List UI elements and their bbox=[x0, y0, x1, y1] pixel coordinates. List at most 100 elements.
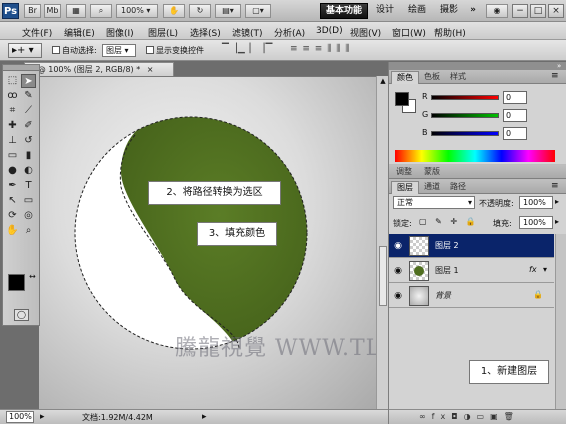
lock-buttons[interactable]: ▢ ✎ ✛ 🔒 bbox=[419, 217, 479, 226]
foreground-color-swatch[interactable] bbox=[8, 274, 25, 291]
hand-tool-icon[interactable]: ✋ bbox=[163, 4, 185, 18]
menu-analysis[interactable]: 分析(A) bbox=[274, 26, 305, 39]
menu-image[interactable]: 图像(I) bbox=[106, 26, 134, 39]
menu-edit[interactable]: 编辑(E) bbox=[64, 26, 95, 39]
menu-window[interactable]: 窗口(W) bbox=[392, 26, 426, 39]
swap-colors-icon[interactable]: ↔ bbox=[29, 272, 36, 281]
blur-tool-icon[interactable]: ● bbox=[5, 164, 20, 178]
new-layer-icon[interactable]: ▣ bbox=[490, 412, 504, 421]
new-group-icon[interactable]: ▭ bbox=[477, 412, 491, 421]
arrange-documents-button[interactable]: ▤▾ bbox=[215, 4, 241, 18]
clone-stamp-tool-icon[interactable]: ⊥ bbox=[5, 134, 20, 148]
auto-select-option[interactable]: 自动选择: bbox=[52, 45, 97, 56]
bridge-button[interactable]: Br bbox=[24, 4, 41, 18]
workspace-more-button[interactable]: » bbox=[466, 3, 480, 19]
opacity-field[interactable]: 100% bbox=[519, 196, 553, 209]
visibility-eye-icon[interactable]: ◉ bbox=[392, 290, 404, 302]
crop-tool-icon[interactable]: ⌗ bbox=[5, 104, 20, 118]
color-spectrum-bar[interactable] bbox=[395, 150, 555, 162]
workspace-design-button[interactable]: 设计 bbox=[372, 3, 398, 19]
layers-scrollbar[interactable] bbox=[555, 234, 566, 414]
status-info-arrow-icon[interactable]: ▸ bbox=[40, 412, 45, 422]
tab-color[interactable]: 颜色 bbox=[391, 71, 419, 84]
link-layers-icon[interactable]: ∞ bbox=[419, 412, 432, 421]
zoom-percent-field[interactable]: 100% bbox=[6, 411, 34, 423]
brush-tool-icon[interactable]: ✐ bbox=[21, 119, 36, 133]
type-tool-icon[interactable]: T bbox=[21, 179, 36, 193]
fill-arrow-icon[interactable]: ▸ bbox=[555, 217, 559, 226]
marquee-tool-icon[interactable]: ⬚ bbox=[5, 74, 20, 88]
channel-b-value[interactable]: 0 bbox=[503, 127, 527, 140]
layer-row-background[interactable]: ◉ 背景 🔒 bbox=[389, 284, 554, 308]
3d-rotate-tool-icon[interactable]: ⟳ bbox=[5, 209, 20, 223]
show-transform-option[interactable]: 显示变换控件 bbox=[146, 45, 204, 56]
hand-tool-panel-icon[interactable]: ✋ bbox=[5, 224, 20, 238]
tab-adjustments[interactable]: 调整 bbox=[391, 166, 417, 179]
channel-r-slider[interactable] bbox=[431, 95, 499, 100]
delete-layer-icon[interactable]: 🗑 bbox=[504, 412, 520, 421]
workspace-photography-button[interactable]: 摄影 bbox=[436, 3, 462, 19]
channel-g-slider[interactable] bbox=[431, 113, 499, 118]
close-document-icon[interactable]: × bbox=[147, 65, 154, 74]
close-window-button[interactable]: × bbox=[548, 4, 564, 18]
pen-tool-icon[interactable]: ✒ bbox=[5, 179, 20, 193]
tool-preset-picker[interactable]: ▸+ ▾ bbox=[8, 43, 42, 58]
tab-channels[interactable]: 通道 bbox=[419, 181, 445, 194]
menu-filter[interactable]: 滤镜(T) bbox=[232, 26, 263, 39]
menu-select[interactable]: 选择(S) bbox=[190, 26, 221, 39]
color-panel-foreground-swatch[interactable] bbox=[395, 92, 409, 106]
collapse-panels-icon[interactable]: » bbox=[557, 62, 561, 70]
add-mask-icon[interactable]: ◘ bbox=[451, 412, 463, 421]
menu-help[interactable]: 帮助(H) bbox=[434, 26, 466, 39]
workspace-essentials-button[interactable]: 基本功能 bbox=[320, 3, 368, 19]
workspace-painting-button[interactable]: 绘画 bbox=[404, 3, 430, 19]
minimize-button[interactable]: − bbox=[512, 4, 528, 18]
tab-styles[interactable]: 样式 bbox=[445, 71, 471, 84]
layer-effects-icon[interactable]: fx bbox=[529, 265, 537, 274]
gradient-tool-icon[interactable]: ▮ bbox=[21, 149, 36, 163]
opacity-arrow-icon[interactable]: ▸ bbox=[555, 197, 559, 206]
menu-3d[interactable]: 3D(D) bbox=[316, 26, 343, 36]
zoom-tool-panel-icon[interactable]: ⌕ bbox=[21, 224, 36, 238]
3d-orbit-tool-icon[interactable]: ◎ bbox=[21, 209, 36, 223]
history-brush-tool-icon[interactable]: ↺ bbox=[21, 134, 36, 148]
fill-field[interactable]: 100% bbox=[519, 216, 553, 229]
rotate-view-icon[interactable]: ↻ bbox=[189, 4, 211, 18]
scrollbar-thumb[interactable] bbox=[379, 246, 387, 306]
auto-select-checkbox[interactable] bbox=[52, 46, 60, 54]
align-buttons[interactable]: ▔▕▁ ▏▕▔ bbox=[222, 44, 282, 57]
scroll-up-arrow-icon[interactable]: ▲ bbox=[379, 76, 387, 86]
maximize-button[interactable]: □ bbox=[530, 4, 546, 18]
add-style-icon[interactable]: fx bbox=[432, 412, 452, 421]
adjustment-layer-icon[interactable]: ◑ bbox=[464, 412, 477, 421]
screen-mode-button[interactable]: ▢▾ bbox=[245, 4, 271, 18]
eyedropper-tool-icon[interactable]: ⟋ bbox=[21, 104, 36, 118]
visibility-eye-icon[interactable]: ◉ bbox=[392, 265, 404, 277]
move-tool-icon[interactable]: ➤ bbox=[21, 74, 36, 88]
visibility-eye-icon[interactable]: ◉ bbox=[392, 240, 404, 252]
menu-file[interactable]: 文件(F) bbox=[22, 26, 52, 39]
document-tab[interactable]: D @ 100% (图层 2, RGB/8) * × bbox=[24, 62, 174, 76]
lasso-tool-icon[interactable]: ꝏ bbox=[5, 89, 20, 103]
color-panel-menu-icon[interactable]: ≡ bbox=[551, 71, 559, 81]
eraser-tool-icon[interactable]: ▭ bbox=[5, 149, 20, 163]
channel-g-value[interactable]: 0 bbox=[503, 109, 527, 122]
expand-effects-icon[interactable]: ▾ bbox=[543, 265, 547, 274]
zoom-level-dropdown[interactable]: 100% ▾ bbox=[116, 4, 158, 18]
menu-layer[interactable]: 图层(L) bbox=[148, 26, 178, 39]
shape-tool-icon[interactable]: ▭ bbox=[21, 194, 36, 208]
channel-b-slider[interactable] bbox=[431, 131, 499, 136]
dodge-tool-icon[interactable]: ◐ bbox=[21, 164, 36, 178]
view-extras-button[interactable]: ▦ bbox=[66, 4, 86, 18]
layer-row-layer2[interactable]: ◉ 图层 2 bbox=[389, 234, 554, 258]
quick-mask-icon[interactable]: ◯ bbox=[14, 309, 29, 321]
healing-brush-tool-icon[interactable]: ✚ bbox=[5, 119, 20, 133]
cs-live-button[interactable]: ◉ bbox=[486, 4, 508, 18]
quick-selection-tool-icon[interactable]: ✎ bbox=[21, 89, 36, 103]
mini-bridge-button[interactable]: Mb bbox=[44, 4, 61, 18]
channel-r-value[interactable]: 0 bbox=[503, 91, 527, 104]
canvas-vertical-scrollbar[interactable]: ▲ bbox=[376, 76, 388, 409]
layers-panel-menu-icon[interactable]: ≡ bbox=[551, 181, 559, 191]
menu-view[interactable]: 视图(V) bbox=[350, 26, 381, 39]
distribute-buttons[interactable]: ≡ ≡ ≡ ⫼ ⫼ ⫼ bbox=[290, 44, 370, 57]
